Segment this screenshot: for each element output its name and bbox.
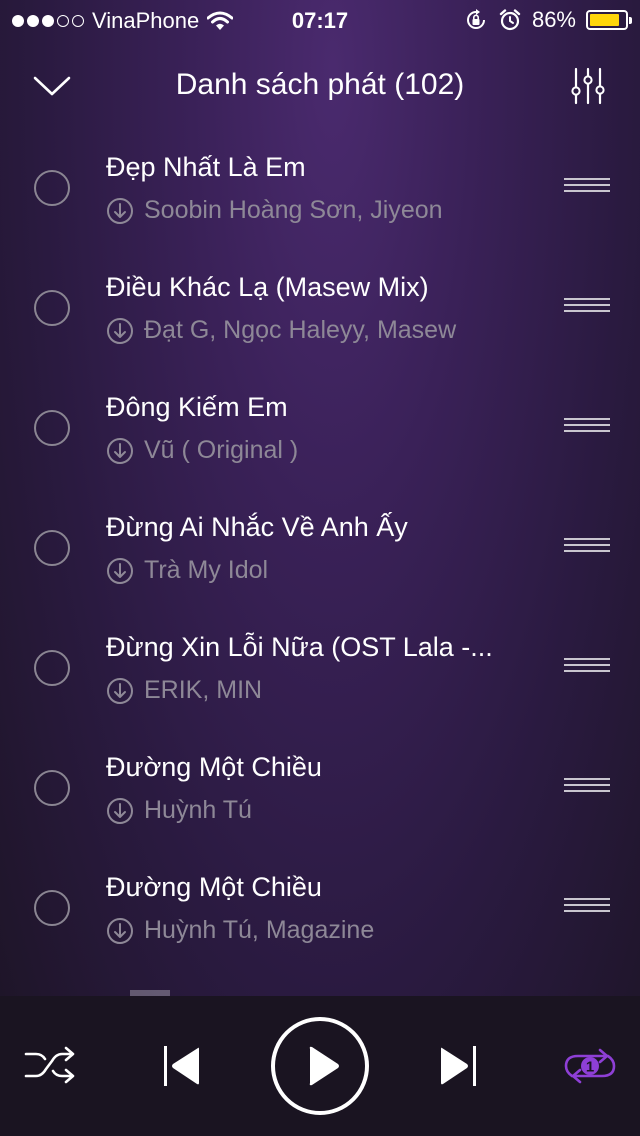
status-bar-right: 86%	[464, 7, 632, 33]
drag-handle-icon[interactable]	[564, 178, 610, 200]
song-artist: Trà My Idol	[144, 556, 269, 584]
song-artist: ERIK, MIN	[144, 676, 263, 704]
select-radio[interactable]	[34, 410, 70, 446]
battery-percent: 86%	[531, 7, 576, 32]
drag-handle-icon[interactable]	[564, 778, 610, 800]
repeat-one-icon: 1	[564, 1048, 616, 1084]
battery-level	[590, 14, 620, 26]
downloaded-icon	[107, 677, 133, 704]
song-artist: Huỳnh Tú, Magazine	[144, 916, 375, 944]
play-icon	[271, 1017, 369, 1115]
song-title: Đẹp Nhất Là Em	[106, 152, 306, 182]
song-title: Đừng Ai Nhắc Về Anh Ấy	[106, 512, 408, 542]
equalizer-sliders-icon	[571, 67, 605, 105]
song-title: Đừng Xin Lỗi Nữa (OST Lala -...	[106, 632, 493, 662]
downloaded-icon	[107, 557, 133, 584]
equalizer-settings-button[interactable]	[564, 62, 612, 110]
song-title: Đường Một Chiều	[106, 752, 322, 782]
song-artist: Đạt G, Ngọc Haleyy, Masew	[144, 316, 457, 344]
playlist-row[interactable]: Đường Một Chiều Huỳnh Tú	[0, 706, 640, 826]
shuffle-icon	[24, 1046, 75, 1084]
select-radio[interactable]	[34, 650, 70, 686]
rotation-lock-icon	[466, 9, 485, 29]
downloaded-icon	[107, 917, 133, 944]
song-subtitle: ERIK, MIN	[106, 676, 262, 705]
song-subtitle: Trà My Idol	[106, 556, 268, 585]
playlist: Đẹp Nhất Là Em Soobin Hoàng Sơn, Jiyeon Đi…	[0, 106, 640, 996]
battery-icon	[586, 10, 632, 30]
playlist-row[interactable]: Đẹp Nhất Là Em Soobin Hoàng Sơn, Jiyeon	[0, 106, 640, 226]
playlist-row[interactable]: Đường Một Chiều Huỳnh Tú, Magazine	[0, 826, 640, 946]
play-button[interactable]	[270, 1016, 370, 1116]
skip-previous-icon	[164, 1046, 199, 1086]
select-radio[interactable]	[34, 290, 70, 326]
downloaded-icon	[107, 437, 133, 464]
song-subtitle: Soobin Hoàng Sơn, Jiyeon	[106, 196, 443, 225]
player-controls: 1	[0, 996, 640, 1136]
playlist-row[interactable]: Đừng Ai Nhắc Về Anh Ấy Trà My Idol	[0, 466, 640, 586]
song-subtitle: Huỳnh Tú	[106, 796, 252, 825]
song-title: Điều Khác Lạ (Masew Mix)	[106, 272, 429, 302]
drag-handle-icon[interactable]	[564, 658, 610, 680]
song-title: Đường Một Chiều	[106, 872, 322, 902]
repeat-one-button[interactable]: 1	[560, 1040, 620, 1092]
song-artist: Vũ ( Original )	[144, 436, 299, 464]
status-bar: VinaPhone 07:17 86%	[0, 0, 640, 40]
previous-button[interactable]	[152, 1036, 208, 1096]
playlist-row[interactable]: Đông Kiếm Em Vũ ( Original )	[0, 346, 640, 466]
downloaded-icon	[107, 797, 133, 824]
song-title: Đông Kiếm Em	[106, 392, 288, 422]
page-title: Danh sách phát (102)	[175, 68, 465, 101]
song-artist: Soobin Hoàng Sơn, Jiyeon	[144, 196, 443, 224]
select-radio[interactable]	[34, 890, 70, 926]
drag-handle-icon[interactable]	[564, 538, 610, 560]
skip-next-icon	[441, 1046, 476, 1086]
playlist-row[interactable]: Điều Khác Lạ (Masew Mix) Đạt G, Ngọc Hale…	[0, 226, 640, 346]
select-radio[interactable]	[34, 770, 70, 806]
drag-handle-icon[interactable]	[564, 898, 610, 920]
drag-handle-icon[interactable]	[564, 418, 610, 440]
song-artist: Huỳnh Tú	[144, 796, 252, 824]
next-button[interactable]	[432, 1036, 488, 1096]
shuffle-button[interactable]	[20, 1038, 80, 1094]
downloaded-icon	[107, 317, 133, 344]
select-radio[interactable]	[34, 170, 70, 206]
downloaded-icon	[107, 197, 133, 224]
song-subtitle: Đạt G, Ngọc Haleyy, Masew	[106, 316, 456, 345]
playlist-row[interactable]: Đừng Xin Lỗi Nữa (OST Lala -... ERIK, MIN	[0, 586, 640, 706]
drag-handle-icon[interactable]	[564, 298, 610, 320]
repeat-one-badge: 1	[586, 1059, 594, 1076]
song-subtitle: Huỳnh Tú, Magazine	[106, 916, 374, 945]
song-subtitle: Vũ ( Original )	[106, 436, 298, 465]
alarm-icon	[499, 9, 521, 31]
select-radio[interactable]	[34, 530, 70, 566]
